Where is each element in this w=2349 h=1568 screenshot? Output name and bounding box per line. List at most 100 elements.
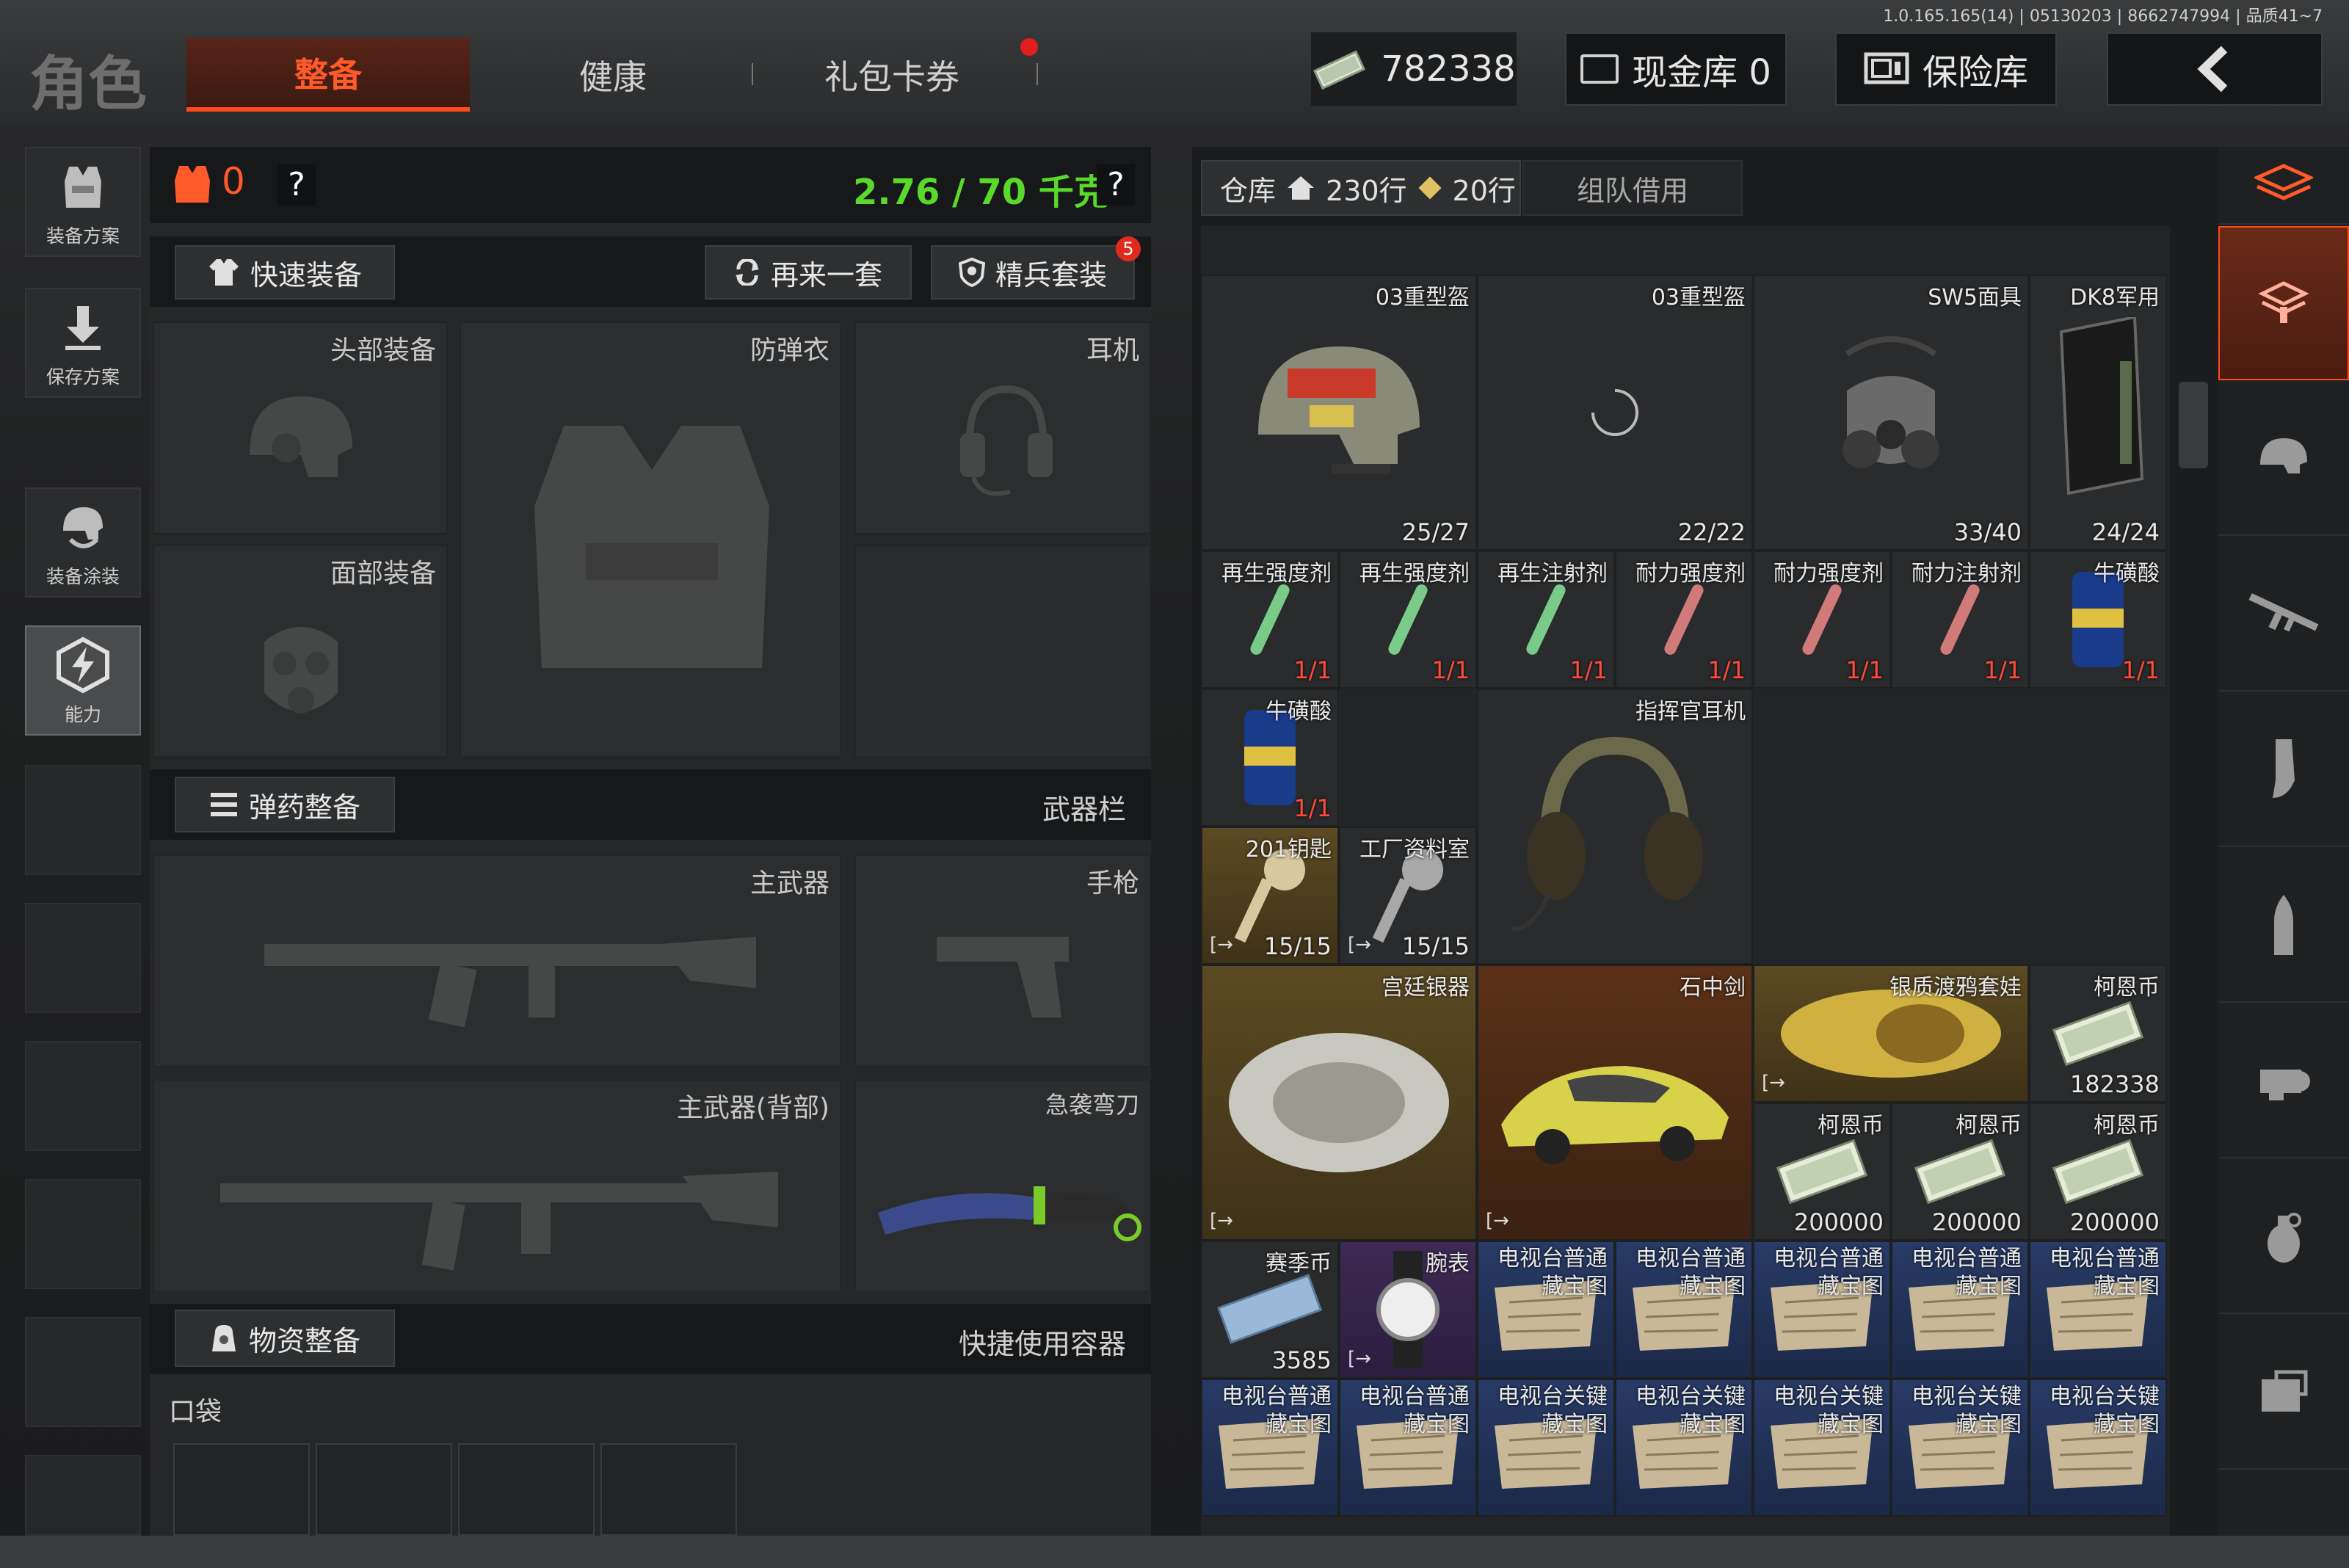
filter-attachment-button[interactable] [2218,1004,2349,1158]
warehouse-item[interactable]: 电视台普通藏宝图 [1753,1240,1891,1379]
filter-misc-button[interactable] [2218,1315,2349,1470]
slot-headset[interactable]: 耳机 [854,322,1151,534]
warehouse-item[interactable]: 赛季币 3585 [1201,1240,1339,1379]
supply-section-button[interactable]: 物资整备 [175,1310,395,1367]
pocket-slot[interactable] [600,1443,737,1536]
sidebar-item-equipment-skin[interactable]: 装备涂装 [25,487,141,598]
elite-set-button[interactable]: 精兵套装 [931,245,1135,300]
warehouse-item[interactable]: 银质渡鸦套娃 [→ [1753,964,2029,1103]
vest-icon [534,426,769,668]
item-count: 200000 [2069,1208,2160,1236]
sidebar-item-equipment-plan[interactable]: 装备方案 [25,147,141,257]
warehouse-item[interactable]: 03重型盔 25/27 [1201,274,1477,551]
slot-head[interactable]: 头部装备 [153,322,448,534]
warehouse-item[interactable]: 电视台关键藏宝图 [1753,1378,1891,1517]
extract-icon: [→ [1210,1209,1233,1232]
item-name: 柯恩币 [2094,974,2160,1001]
item-name: 牛磺酸 [2094,560,2160,587]
again-set-button[interactable]: 再来一套 [705,245,912,300]
warehouse-item[interactable]: 电视台关键藏宝图 [1477,1378,1615,1517]
warehouse-item[interactable]: 03重型盔 22/22 [1477,274,1753,551]
warehouse-item[interactable]: 工厂资料室 15/15 [→ [1339,826,1477,965]
item-name: 宫廷银器 [1382,974,1470,1001]
warehouse-item[interactable]: 牛磺酸 1/1 [2029,550,2167,689]
team-borrow-tab[interactable]: 组队借用 [1522,160,1743,216]
warehouse-item[interactable]: 再生强度剂 1/1 [1201,550,1339,689]
warehouse-item[interactable]: 电视台普通藏宝图 [1615,1240,1753,1379]
item-plate-icon [1202,966,1475,1239]
filter-stash-button[interactable] [2218,226,2349,380]
warehouse-item[interactable]: 电视台关键藏宝图 [1891,1378,2029,1517]
warehouse-item[interactable]: 201钥匙 15/15 [→ [1201,826,1339,965]
warehouse-item[interactable]: 宫廷银器 [→ [1201,964,1477,1241]
item-count: 1/1 [1293,794,1332,822]
chevron-left-icon [2197,46,2228,92]
weight-help-button[interactable]: ? [1097,164,1135,206]
rifle-icon [2248,593,2319,632]
warehouse-tab[interactable]: 仓库 230行 20行 [1201,160,1521,216]
safe-button[interactable]: 保险库 [1835,32,2057,106]
slot-vest[interactable]: 防弹衣 [460,322,841,758]
warehouse-item[interactable]: 柯恩币 200000 [1753,1102,1891,1241]
warehouse-item[interactable]: 柯恩币 200000 [1891,1102,2029,1241]
tab-loadout[interactable]: 整备 [186,38,470,112]
item-count: 1/1 [1569,656,1608,684]
warehouse-item[interactable]: 牛磺酸 1/1 [1201,688,1339,827]
warehouse-item[interactable]: 柯恩币 200000 [2029,1102,2167,1241]
slot-face[interactable]: 面部装备 [153,545,448,758]
tab-gift-coupon[interactable]: 礼包卡券 [793,38,991,112]
item-name: 201钥匙 [1245,836,1332,863]
warehouse-item[interactable]: 再生强度剂 1/1 [1339,550,1477,689]
sidebar-item-save-plan[interactable]: 保存方案 [25,288,141,398]
warehouse-item[interactable]: 电视台普通藏宝图 [2029,1240,2167,1379]
item-count: 1/1 [2121,656,2160,684]
warehouse-item[interactable]: 腕表 [→ [1339,1240,1477,1379]
ammo-section-button[interactable]: 弹药整备 [175,777,395,832]
filter-all-button[interactable] [2218,147,2349,225]
sidebar-item-ability[interactable]: 能力 [25,625,141,736]
warehouse-item[interactable]: DK8军用 24/24 [2029,274,2167,551]
warehouse-item[interactable]: 耐力强度剂 1/1 [1753,550,1891,689]
slot-primary-back[interactable]: 主武器(背部) [153,1079,841,1292]
filter-grenade-button[interactable] [2218,1160,2349,1314]
rifle-icon [220,1172,778,1271]
headset-icon [960,385,1053,496]
filter-weapon-button[interactable] [2218,537,2349,692]
slot-face-label: 面部装备 [330,559,436,589]
warehouse-item[interactable]: 再生注射剂 1/1 [1477,550,1615,689]
slot-primary-weapon[interactable]: 主武器 [153,854,841,1067]
filter-magazine-button[interactable] [2218,693,2349,847]
warehouse-item[interactable]: 电视台关键藏宝图 [2029,1378,2167,1517]
slot-pistol[interactable]: 手枪 [854,854,1151,1067]
warehouse-item[interactable]: 耐力注射剂 1/1 [1891,550,2029,689]
warehouse-item[interactable]: 电视台关键藏宝图 [1615,1378,1753,1517]
help-button[interactable]: ? [277,164,316,206]
warehouse-item[interactable]: 柯恩币 182338 [2029,964,2167,1103]
pocket-slot[interactable] [173,1443,310,1536]
quick-equip-button[interactable]: 快速装备 [175,245,395,300]
warehouse-item[interactable]: 电视台普通藏宝图 [1477,1240,1615,1379]
warehouse-item[interactable]: 电视台普通藏宝图 [1891,1240,2029,1379]
filter-ammo-button[interactable] [2218,849,2349,1003]
safe-icon [1864,52,1909,84]
tab-health[interactable]: 健康 [514,38,712,112]
item-name: 指挥官耳机 [1635,698,1746,725]
tab-divider [752,63,753,85]
warehouse-item[interactable]: 石中剑 [→ [1477,964,1753,1241]
item-name: 电视台普通藏宝图 [1911,1245,2022,1299]
layers-icon [2254,164,2313,200]
cash-vault-button[interactable]: 现金库 0 [1565,32,1787,106]
pocket-slot[interactable] [316,1443,452,1536]
warehouse-item[interactable]: SW5面具 33/40 [1753,274,2029,551]
slot-vest-label: 防弹衣 [749,335,829,366]
back-button[interactable] [2107,32,2323,106]
filter-helmet-button[interactable] [2218,382,2349,536]
pocket-slot[interactable] [458,1443,595,1536]
item-name: 电视台普通藏宝图 [1497,1245,1608,1299]
warehouse-scrollbar[interactable] [2179,382,2208,468]
warehouse-item[interactable]: 耐力强度剂 1/1 [1615,550,1753,689]
warehouse-item[interactable]: 电视台普通藏宝图 [1339,1378,1477,1517]
warehouse-item[interactable]: 指挥官耳机 [1477,688,1753,965]
slot-melee[interactable]: 急袭弯刀 [854,1079,1151,1292]
warehouse-item[interactable]: 电视台普通藏宝图 [1201,1378,1339,1517]
